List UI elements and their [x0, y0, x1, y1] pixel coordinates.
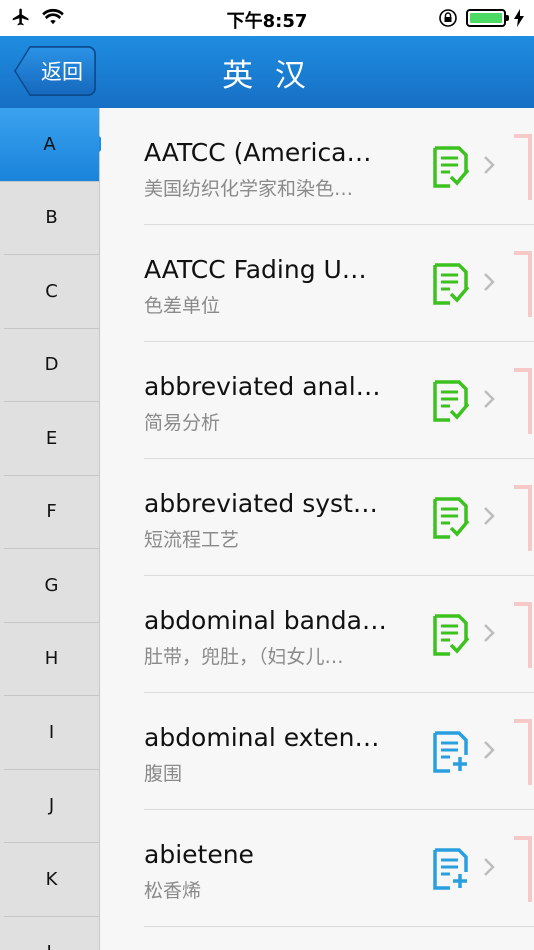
nav-bar: 返回 英 汉: [0, 36, 534, 108]
note-check-icon[interactable]: [432, 497, 470, 539]
entry-term: AATCC Fading U…: [144, 255, 367, 284]
chevron-right-icon: [484, 741, 495, 759]
chevron-right-icon: [484, 624, 495, 642]
entry-translation: 松香烯: [144, 880, 202, 902]
edge-decoration: [514, 485, 532, 551]
list-item[interactable]: abdominal banda… 肚带，兜肚，（妇女儿…: [144, 576, 534, 693]
battery-icon: [466, 9, 509, 27]
charging-bolt-icon: [514, 9, 524, 27]
entry-term: abdominal banda…: [144, 606, 387, 635]
entry-term: AATCC (America…: [144, 138, 372, 167]
list-item[interactable]: abbreviated anal… 简易分析: [144, 342, 534, 459]
status-bar: 下午8:57: [0, 0, 534, 36]
page-title: 英 汉: [222, 58, 312, 94]
letter-index-i[interactable]: I: [4, 696, 99, 770]
status-right: [438, 8, 524, 28]
chevron-right-icon: [484, 858, 495, 876]
letter-index-l[interactable]: L: [4, 917, 99, 950]
edge-decoration: [514, 836, 532, 902]
entry-translation: 色差单位: [144, 295, 221, 317]
entry-term: abbreviated syst…: [144, 489, 378, 518]
letter-index-c[interactable]: C: [4, 255, 99, 329]
edge-decoration: [514, 251, 532, 317]
entry-translation: 短流程工艺: [144, 529, 240, 551]
note-check-icon[interactable]: [432, 380, 470, 422]
list-item[interactable]: AATCC Fading U… 色差单位: [144, 225, 534, 342]
note-plus-icon[interactable]: [432, 731, 470, 773]
entry-translation: 美国纺织化学家和染色…: [144, 178, 354, 200]
note-plus-icon[interactable]: [432, 848, 470, 890]
list-item[interactable]: abietene 松香烯: [144, 810, 534, 927]
word-list: AATCC (America… 美国纺织化学家和染色… AATCC Fading…: [101, 108, 534, 950]
entry-translation: 腹围: [144, 763, 183, 785]
list-item[interactable]: AATCC (America… 美国纺织化学家和染色…: [144, 108, 534, 225]
letter-index-h[interactable]: H: [4, 623, 99, 696]
letter-index-f[interactable]: F: [4, 476, 99, 549]
chevron-right-icon: [484, 273, 495, 291]
letter-index-j[interactable]: J: [4, 770, 99, 843]
letter-index-g[interactable]: G: [4, 549, 99, 623]
entry-term: abbreviated anal…: [144, 372, 381, 401]
letter-index-d[interactable]: D: [4, 329, 99, 402]
note-check-icon[interactable]: [432, 263, 470, 305]
letter-index-k[interactable]: K: [4, 843, 99, 917]
edge-decoration: [514, 134, 532, 200]
list-item[interactable]: abdominal exten… 腹围: [144, 693, 534, 810]
entry-term: abdominal exten…: [144, 723, 380, 752]
letter-index-e[interactable]: E: [4, 402, 99, 476]
battery-level: [470, 13, 502, 23]
note-check-icon[interactable]: [432, 146, 470, 188]
list-item[interactable]: abbreviated syst… 短流程工艺: [144, 459, 534, 576]
entry-term: abietene: [144, 840, 254, 869]
entry-translation: 肚带，兜肚，（妇女儿…: [144, 646, 344, 668]
edge-decoration: [514, 368, 532, 434]
letter-index-a[interactable]: A: [0, 108, 108, 182]
rotation-lock-icon: [439, 9, 457, 27]
entry-translation: 简易分析: [144, 412, 221, 434]
chevron-right-icon: [484, 390, 495, 408]
edge-decoration: [514, 719, 532, 785]
note-check-icon[interactable]: [432, 614, 470, 656]
chevron-right-icon: [484, 156, 495, 174]
letter-index-sidebar: A B C D E F G H I J K L: [0, 108, 108, 950]
chevron-right-icon: [484, 507, 495, 525]
edge-decoration: [514, 602, 532, 668]
letter-index-b[interactable]: B: [4, 182, 99, 255]
